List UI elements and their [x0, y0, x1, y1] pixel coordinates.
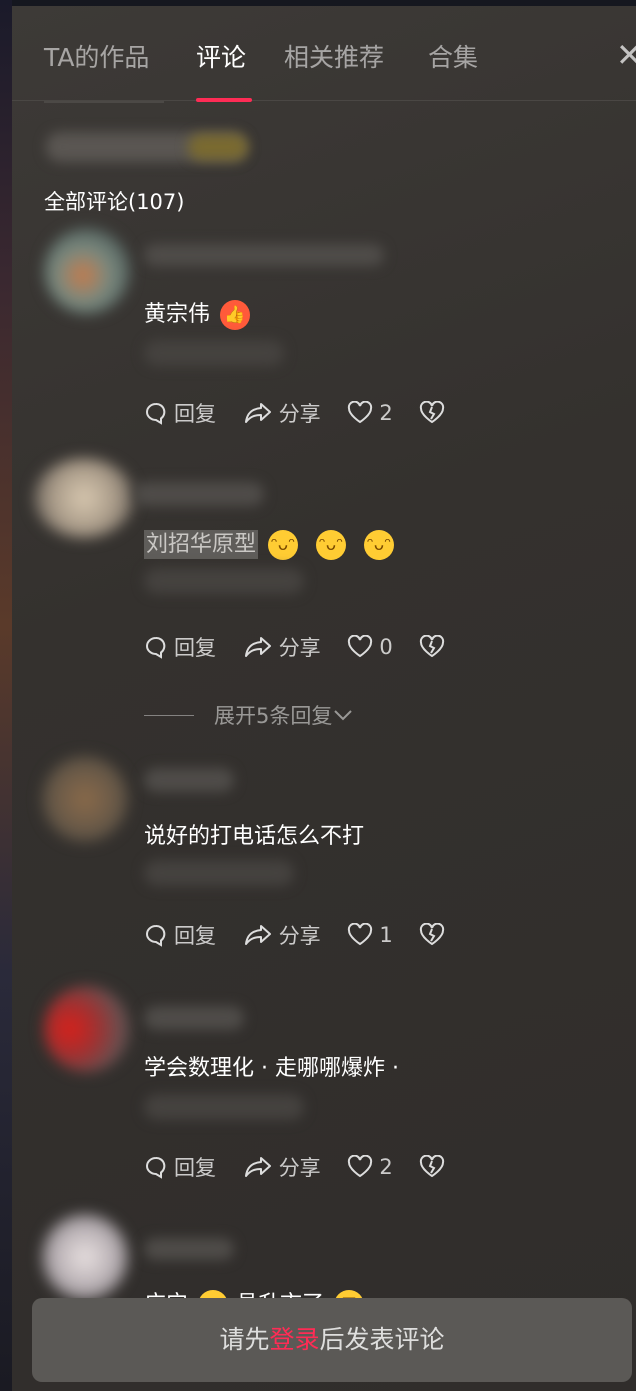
blurred-username — [144, 1006, 244, 1030]
like-button[interactable]: 1 — [347, 923, 393, 947]
tab-works[interactable]: TA的作品 — [44, 38, 149, 74]
login-prompt-text: 后发表评论 — [319, 1325, 445, 1354]
broken-heart-icon — [420, 401, 445, 424]
heart-icon — [348, 1155, 373, 1178]
share-icon — [244, 637, 271, 657]
broken-heart-icon — [420, 635, 445, 658]
share-icon — [244, 925, 271, 945]
tab-collection[interactable]: 合集 — [428, 38, 478, 74]
comment-text-content: 黄宗伟 — [144, 302, 211, 327]
blurred-username — [144, 1238, 234, 1260]
login-prompt-text: 请先 — [219, 1325, 270, 1354]
video-background-edge — [0, 0, 12, 1391]
blurred-meta — [144, 568, 304, 594]
login-link[interactable]: 登录 — [269, 1325, 319, 1354]
like-count: 1 — [379, 923, 393, 947]
reply-button[interactable]: 回复 — [144, 920, 216, 950]
comment-actions: 回复 分享 2 — [144, 1152, 471, 1182]
share-label: 分享 — [278, 1156, 321, 1180]
login-prompt-bar[interactable]: 请先登录后发表评论 — [32, 1298, 632, 1382]
share-button[interactable]: 分享 — [243, 398, 321, 428]
comment-actions: 回复 分享 2 — [144, 398, 471, 428]
reply-button[interactable]: 回复 — [144, 1152, 216, 1182]
reply-button[interactable]: 回复 — [144, 398, 216, 428]
dislike-button[interactable] — [419, 923, 451, 947]
comment-actions: 回复 分享 1 — [144, 920, 471, 950]
reply-label: 回复 — [174, 402, 216, 426]
like-button[interactable]: 0 — [347, 635, 393, 659]
tab-bar: TA的作品 评论 相关推荐 合集 ✕ — [12, 6, 636, 101]
avatar[interactable] — [42, 1214, 128, 1300]
like-count: 2 — [379, 1155, 393, 1179]
share-label: 分享 — [278, 924, 321, 948]
share-label: 分享 — [278, 402, 321, 426]
share-button[interactable]: 分享 — [243, 632, 321, 662]
like-count: 2 — [379, 401, 393, 425]
broken-heart-icon — [420, 1155, 445, 1178]
reply-label: 回复 — [174, 1156, 216, 1180]
share-icon — [244, 1157, 271, 1177]
avatar[interactable] — [42, 756, 128, 842]
heart-icon — [348, 923, 373, 946]
blurred-username — [144, 244, 384, 266]
blurred-badge — [188, 134, 248, 160]
like-button[interactable]: 2 — [347, 1155, 393, 1179]
comment-actions: 回复 分享 0 — [144, 632, 471, 662]
broken-heart-icon — [420, 923, 445, 946]
reply-icon — [146, 637, 166, 659]
blurred-meta — [144, 1094, 304, 1120]
comment-text: 学会数理化 · 走哪哪爆炸 · — [144, 1056, 399, 1081]
divider — [144, 714, 194, 716]
blurred-username — [144, 768, 234, 792]
grin-icon: ᵔᴗᵔ — [364, 530, 395, 560]
comments-count: 全部评论(107) — [44, 190, 185, 214]
share-button[interactable]: 分享 — [243, 1152, 321, 1182]
comment-text-content: 刘招华原型 — [144, 530, 259, 559]
thumbs-up-icon: 👍 — [220, 300, 251, 330]
reply-icon — [146, 925, 166, 947]
grin-icon: ᵔᴗᵔ — [268, 530, 299, 560]
blurred-meta — [144, 340, 284, 366]
dislike-button[interactable] — [419, 1155, 451, 1179]
expand-replies-label: 展开5条回复 — [214, 704, 333, 728]
heart-icon — [348, 401, 373, 424]
comments-panel: TA的作品 评论 相关推荐 合集 ✕ 全部评论(107) 黄宗伟 👍 回复 分享 … — [12, 6, 636, 1391]
avatar[interactable] — [44, 986, 130, 1072]
reply-label: 回复 — [174, 924, 216, 948]
avatar[interactable] — [34, 458, 134, 538]
comment-text: 刘招华原型 ᵔᴗᵔ ᵔᴗᵔ ᵔᴗᵔ — [144, 526, 395, 560]
blurred-meta — [144, 860, 294, 886]
reply-button[interactable]: 回复 — [144, 632, 216, 662]
like-button[interactable]: 2 — [347, 401, 393, 425]
share-icon — [244, 403, 271, 423]
share-label: 分享 — [278, 636, 321, 660]
reply-icon — [146, 1157, 166, 1179]
dislike-button[interactable] — [419, 635, 451, 659]
active-tab-indicator — [196, 98, 252, 102]
chevron-down-icon — [334, 710, 353, 721]
expand-replies-button[interactable]: 展开5条回复 — [144, 700, 354, 730]
share-button[interactable]: 分享 — [243, 920, 321, 950]
close-icon[interactable]: ✕ — [616, 36, 636, 74]
grin-icon: ᵔᴗᵔ — [316, 530, 347, 560]
avatar[interactable] — [44, 228, 130, 314]
reply-label: 回复 — [174, 636, 216, 660]
like-count: 0 — [379, 635, 393, 659]
comment-text: 黄宗伟 👍 — [144, 296, 251, 330]
reply-icon — [146, 403, 166, 425]
blurred-username — [134, 482, 264, 506]
dislike-button[interactable] — [419, 401, 451, 425]
comment-text: 说好的打电话怎么不打 — [144, 824, 365, 849]
heart-icon — [348, 635, 373, 658]
tab-related[interactable]: 相关推荐 — [284, 38, 384, 74]
tab-divider — [44, 101, 164, 103]
tab-comments[interactable]: 评论 — [196, 38, 246, 74]
